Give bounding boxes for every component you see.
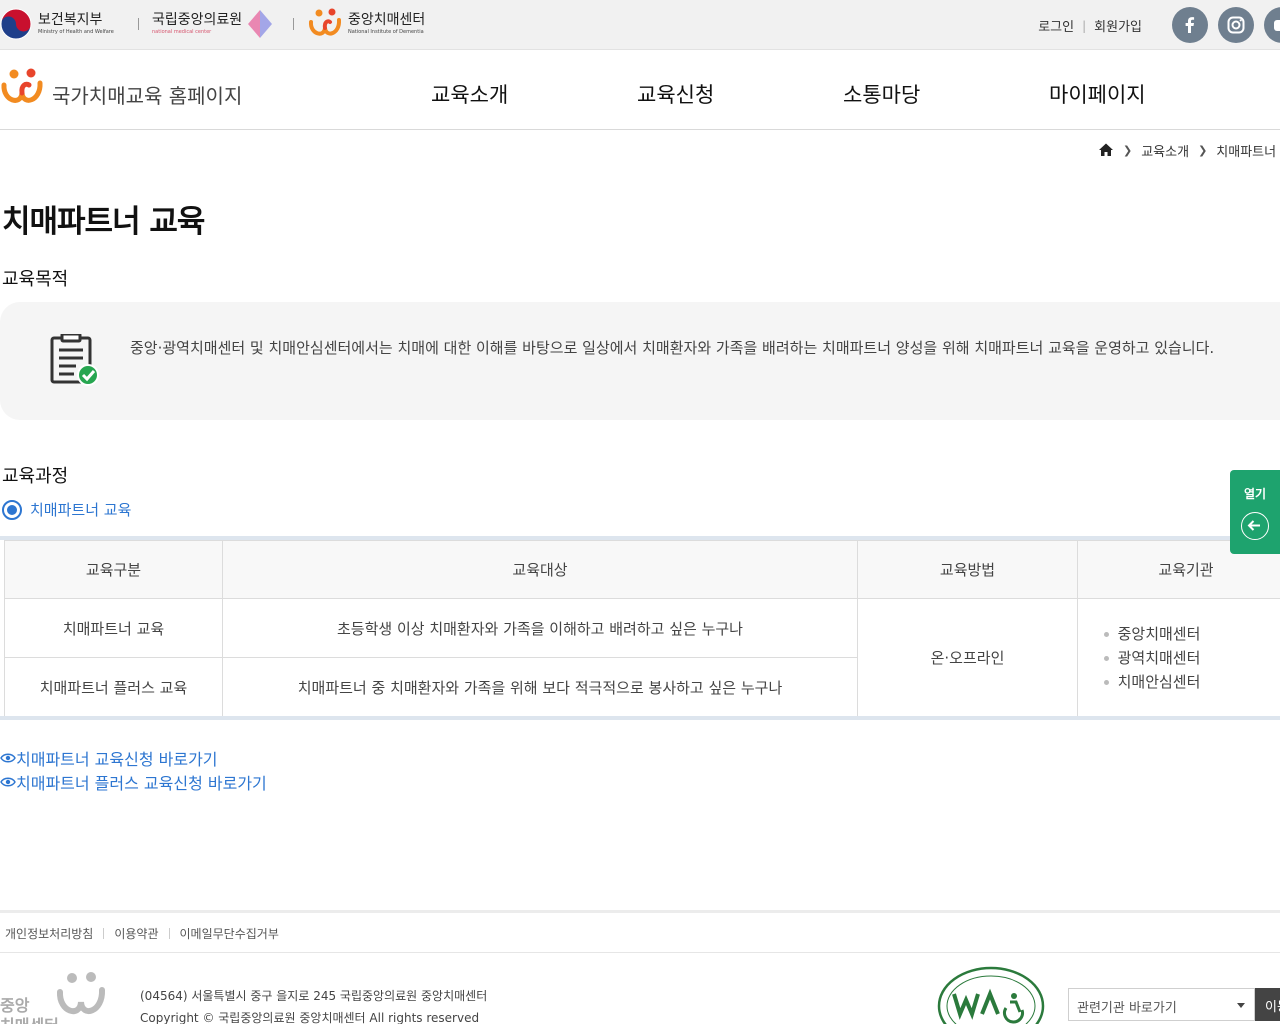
row-type: 치매파트너 플러스 교육 [4, 657, 223, 716]
join-link[interactable]: 회원가입 [1094, 16, 1142, 35]
apply-partner-label[interactable]: 치매파트너 교육신청 바로가기 [16, 746, 218, 770]
mohw-name: 보건복지부 [38, 12, 103, 28]
nid-emblem-icon [309, 8, 341, 36]
nmc-name: 국립중앙의료원 [152, 12, 243, 28]
purpose-heading: 교육목적 [2, 269, 69, 290]
copyright-text: Copyright © 국립중앙의료원 중앙치매센터 All rights re… [140, 1011, 480, 1024]
divider [103, 928, 105, 939]
course-radio[interactable]: 치매파트너 교육 [2, 499, 131, 520]
apply-partner-plus-label[interactable]: 치매파트너 플러스 교육신청 바로가기 [16, 770, 267, 794]
eye-icon [0, 777, 16, 787]
nmc-subtitle: national medical center [152, 29, 212, 35]
related-sites-select-label: 관련기관 바로가기 [1077, 1001, 1177, 1016]
institution-list: 중앙치매센터 광역치매센터 치매안심센터 [1102, 622, 1200, 694]
header-target: 교육대상 [222, 540, 858, 599]
row-target: 초등학생 이상 치매환자와 가족을 이해하고 배려하고 싶은 누구나 [222, 598, 858, 658]
chevron-right-icon: ❯ [1198, 143, 1208, 157]
table-row: 치매파트너 교육 초등학생 이상 치매환자와 가족을 이해하고 배려하고 싶은 … [4, 598, 1280, 716]
home-icon[interactable] [1098, 142, 1114, 158]
apply-partner-plus-link[interactable]: 치매파트너 플러스 교육신청 바로가기 [0, 770, 267, 794]
login-link[interactable]: 로그인 [1038, 16, 1074, 35]
divider: | [1082, 18, 1087, 33]
top-links: 로그인 | 회원가입 [1038, 16, 1142, 36]
main-header: 국가치매교육 홈페이지 교육소개 교육신청 소통마당 마이페이지 [0, 50, 1280, 130]
nid-name: 중앙치매센터 [348, 12, 426, 28]
menu-item-community[interactable]: 소통마당 [843, 79, 920, 109]
method-cell: 온·오프라인 [857, 598, 1078, 716]
nmc-emblem-icon [248, 10, 273, 38]
email-refusal-link[interactable]: 이메일무단수집거부 [180, 925, 279, 942]
site-title[interactable]: 국가치매교육 홈페이지 [52, 80, 242, 109]
apply-partner-link[interactable]: 치매파트너 교육신청 바로가기 [0, 746, 218, 770]
mohw-logo[interactable]: 보건복지부 Ministry of Health and Welfare [0, 8, 114, 40]
purpose-text: 중앙·광역치매센터 및 치매안심센터에서는 치매에 대한 이해를 바탕으로 일상… [130, 339, 1215, 357]
menu-item-mypage[interactable]: 마이페이지 [1049, 79, 1146, 109]
chevron-down-icon [1237, 1003, 1245, 1008]
institution-cell: 중앙치매센터 광역치매센터 치매안심센터 [1077, 598, 1280, 716]
top-bar: 보건복지부 Ministry of Health and Welfare 국립중… [0, 0, 1280, 50]
footer-divider [0, 910, 1280, 913]
footer-divider [0, 952, 1280, 953]
breadcrumb: ❯ 교육소개 ❯ 치매파트너 교 [1098, 141, 1280, 160]
footer-logo-icon [57, 972, 105, 1015]
site-logo-icon[interactable] [0, 68, 44, 108]
eye-icon [0, 753, 16, 763]
address-text: (04564) 서울특별시 중구 을지로 245 국립중앙의료원 중앙치매센터 [140, 989, 488, 1003]
facebook-icon[interactable] [1172, 7, 1208, 43]
breadcrumb-level2[interactable]: 치매파트너 교 [1216, 141, 1280, 160]
chevron-right-icon: ❯ [1123, 143, 1133, 157]
list-item: 광역치매센터 [1102, 646, 1200, 670]
nmc-logo[interactable]: 국립중앙의료원 national medical center [152, 8, 276, 40]
side-panel-toggle[interactable]: 열기 [1230, 470, 1280, 554]
page-title: 치매파트너 교육 [2, 204, 205, 240]
wa-certification-badge-icon [937, 966, 1045, 1024]
course-table: 교육구분 교육대상 교육방법 교육기관 치매파트너 교육 초등학생 이상 치매환… [0, 536, 1280, 720]
header-method: 교육방법 [857, 540, 1078, 599]
course-radio-label[interactable]: 치매파트너 교육 [30, 499, 131, 520]
header-type: 교육구분 [4, 540, 223, 599]
nid-logo[interactable]: 중앙치매센터 National Institute of Dementia [308, 8, 425, 40]
menu-item-apply[interactable]: 교육신청 [637, 79, 714, 109]
terms-link[interactable]: 이용약관 [114, 925, 158, 942]
divider [138, 18, 139, 30]
side-panel-label: 열기 [1244, 487, 1267, 501]
youtube-icon[interactable] [1264, 7, 1280, 43]
radio-selected-icon[interactable] [2, 499, 22, 520]
breadcrumb-level1[interactable]: 교육소개 [1141, 141, 1189, 160]
purpose-box: 중앙·광역치매센터 및 치매안심센터에서는 치매에 대한 이해를 바탕으로 일상… [0, 302, 1280, 420]
taeguk-icon [0, 8, 32, 40]
list-item: 중앙치매센터 [1102, 622, 1200, 646]
related-sites-select[interactable]: 관련기관 바로가기 [1068, 988, 1255, 1021]
instagram-icon[interactable] [1218, 7, 1254, 43]
footer-logo-text: 중앙 치매센터 [0, 996, 59, 1024]
row-target: 치매파트너 중 치매환자와 가족을 위해 보다 적극적으로 봉사하고 싶은 누구… [222, 657, 858, 716]
footer-address: (04564) 서울특별시 중구 을지로 245 국립중앙의료원 중앙치매센터 … [140, 985, 487, 1024]
list-item: 치매안심센터 [1102, 670, 1200, 694]
footer-links: 개인정보처리방침 이용약관 이메일무단수집거부 [5, 925, 279, 942]
clipboard-check-icon [50, 334, 99, 386]
row-type: 치매파트너 교육 [4, 598, 223, 658]
divider [293, 18, 294, 30]
go-button[interactable]: 이동 [1255, 988, 1280, 1021]
divider [168, 928, 170, 939]
nid-subtitle: National Institute of Dementia [348, 29, 424, 35]
table-header-row: 교육구분 교육대상 교육방법 교육기관 [4, 540, 1280, 599]
privacy-link[interactable]: 개인정보처리방침 [5, 925, 93, 942]
mohw-subtitle: Ministry of Health and Welfare [38, 29, 114, 35]
menu-item-intro[interactable]: 교육소개 [431, 79, 508, 109]
course-heading: 교육과정 [2, 466, 69, 487]
arrow-left-icon [1241, 512, 1269, 540]
